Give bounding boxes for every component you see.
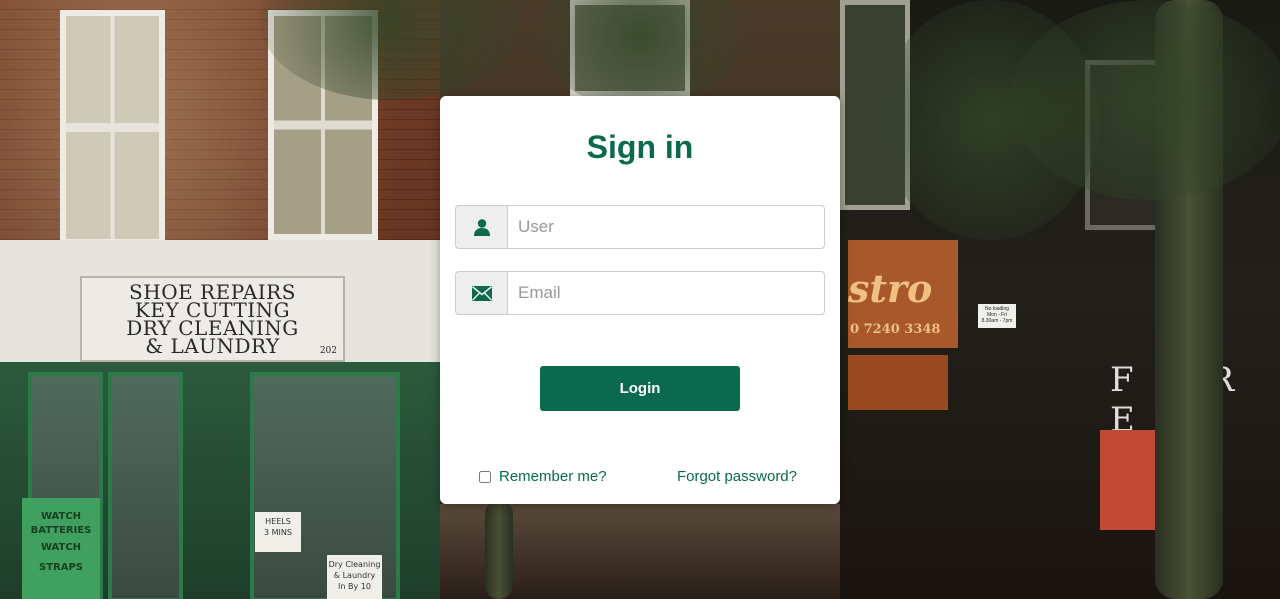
building-window (60, 10, 165, 245)
shop-number: 202 (319, 346, 337, 356)
user-icon (473, 219, 490, 236)
awning (848, 355, 948, 410)
page-title: Sign in (586, 129, 694, 165)
foliage (1010, 0, 1280, 200)
bistro-sign: stro 0 7240 3348 (848, 240, 958, 348)
email-input[interactable] (507, 271, 825, 315)
forgot-password-link[interactable]: Forgot password? (677, 468, 797, 486)
remember-me-checkbox[interactable] (479, 470, 491, 483)
user-icon-addon (455, 205, 507, 249)
street-sign: No loading Mon - Fri 8.30am - 7pm (978, 304, 1016, 328)
envelope-icon (471, 285, 492, 301)
login-card: Sign in Login Remember me? Forgot passwo… (440, 96, 840, 504)
remember-me-label: Remember me? (499, 468, 607, 485)
user-field-group (455, 205, 825, 249)
green-shop-sign: WATCH BATTERIES WATCH STRAPS (22, 498, 100, 599)
user-input[interactable] (507, 205, 825, 249)
shop-sign: SHOE REPAIRS KEY CUTTING DRY CLEANING & … (80, 276, 345, 362)
tree-trunk (485, 500, 513, 599)
email-field-group (455, 271, 825, 315)
dry-cleaning-notice: Dry Cleaning & Laundry In By 10 (327, 555, 382, 599)
heels-notice: HEELS 3 MINS (255, 512, 301, 552)
login-button[interactable]: Login (540, 366, 740, 411)
email-icon-addon (455, 271, 507, 315)
remember-me[interactable]: Remember me? (479, 468, 607, 485)
